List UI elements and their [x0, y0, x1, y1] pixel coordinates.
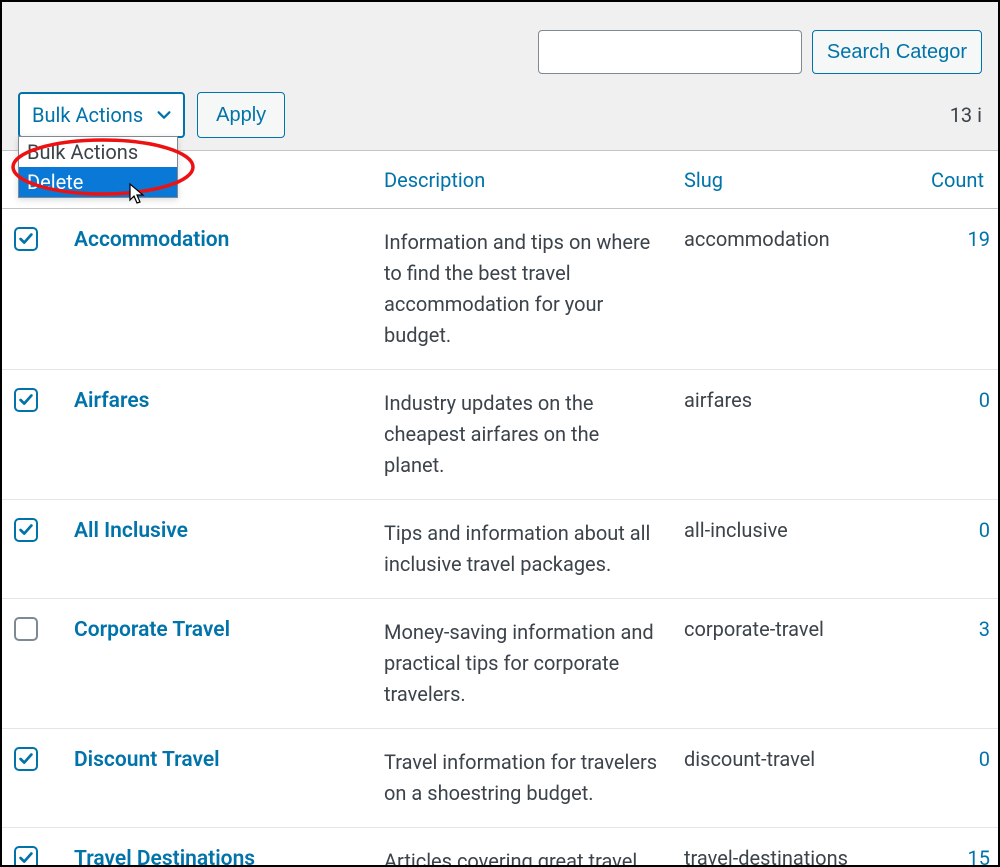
row-count-cell: 0 — [912, 500, 1000, 599]
row-name-cell: Corporate Travel — [62, 599, 372, 729]
category-name-link[interactable]: Travel Destinations — [74, 847, 255, 867]
search-bar-row: Search Categor — [2, 2, 998, 88]
row-slug: accommodation — [672, 209, 912, 370]
chevron-down-icon — [155, 106, 173, 124]
bulk-option-bulk-actions[interactable]: Bulk Actions — [19, 137, 177, 167]
table-row: Discount Travel Travel information for tr… — [2, 729, 1000, 828]
row-count-cell: 3 — [912, 599, 1000, 729]
category-name-link[interactable]: Discount Travel — [74, 748, 220, 772]
table-row: All Inclusive Tips and information about … — [2, 500, 1000, 599]
row-count-link[interactable]: 0 — [979, 388, 990, 412]
row-checkbox-cell — [2, 828, 62, 867]
row-count-link[interactable]: 0 — [979, 747, 990, 771]
row-slug: travel-destinations — [672, 828, 912, 867]
category-name-link[interactable]: Airfares — [74, 389, 149, 413]
row-count-cell: 15 — [912, 828, 1000, 867]
row-slug: airfares — [672, 370, 912, 500]
row-name-cell: Discount Travel — [62, 729, 372, 828]
row-checkbox[interactable] — [14, 227, 38, 251]
row-description: Money-saving information and practical t… — [372, 599, 672, 729]
row-description: Tips and information about all inclusive… — [372, 500, 672, 599]
row-count-link[interactable]: 3 — [979, 617, 990, 641]
row-name-cell: Airfares — [62, 370, 372, 500]
column-count[interactable]: Count — [912, 151, 1000, 209]
search-categories-button[interactable]: Search Categor — [812, 30, 982, 74]
items-count-label: 13 i — [950, 103, 982, 127]
row-count-link[interactable]: 19 — [968, 227, 990, 251]
category-name-link[interactable]: All Inclusive — [74, 519, 188, 543]
row-description: Travel information for travelers on a sh… — [372, 729, 672, 828]
row-checkbox[interactable] — [14, 747, 38, 771]
row-count-link[interactable]: 0 — [979, 518, 990, 542]
bulk-actions-select[interactable]: Bulk Actions — [18, 92, 185, 138]
row-description: Industry updates on the cheapest airfare… — [372, 370, 672, 500]
row-checkbox-cell — [2, 209, 62, 370]
row-count-cell: 19 — [912, 209, 1000, 370]
row-slug: corporate-travel — [672, 599, 912, 729]
category-name-link[interactable]: Accommodation — [74, 228, 229, 252]
row-checkbox[interactable] — [14, 388, 38, 412]
table-row: Corporate Travel Money-saving information… — [2, 599, 1000, 729]
bulk-actions-label: Bulk Actions — [32, 103, 143, 127]
bulk-actions-row: Bulk Actions Bulk Actions Delete Apply 1… — [2, 88, 998, 150]
row-description: Articles covering great travel destinati… — [372, 828, 672, 867]
row-count-cell: 0 — [912, 729, 1000, 828]
row-checkbox-cell — [2, 729, 62, 828]
row-checkbox[interactable] — [14, 518, 38, 542]
row-name-cell: Accommodation — [62, 209, 372, 370]
apply-button[interactable]: Apply — [197, 92, 285, 138]
column-description[interactable]: Description — [372, 151, 672, 209]
row-checkbox-cell — [2, 599, 62, 729]
row-name-cell: Travel Destinations — [62, 828, 372, 867]
search-input[interactable] — [538, 30, 802, 74]
row-checkbox-cell — [2, 500, 62, 599]
row-count-cell: 0 — [912, 370, 1000, 500]
bulk-option-delete[interactable]: Delete — [19, 167, 177, 197]
categories-table: Name Description Slug Count Accommodatio… — [2, 150, 1000, 867]
row-slug: all-inclusive — [672, 500, 912, 599]
table-row: Travel Destinations Articles covering gre… — [2, 828, 1000, 867]
category-name-link[interactable]: Corporate Travel — [74, 618, 230, 642]
table-row: Airfares Industry updates on the cheapest… — [2, 370, 1000, 500]
table-row: Accommodation Information and tips on whe… — [2, 209, 1000, 370]
row-count-link[interactable]: 15 — [968, 846, 990, 867]
column-slug[interactable]: Slug — [672, 151, 912, 209]
row-description: Information and tips on where to find th… — [372, 209, 672, 370]
row-slug: discount-travel — [672, 729, 912, 828]
bulk-actions-dropdown: Bulk Actions Delete — [18, 136, 178, 198]
row-checkbox[interactable] — [14, 617, 38, 641]
app-frame: Search Categor Bulk Actions Bulk Actions… — [0, 0, 1000, 867]
row-name-cell: All Inclusive — [62, 500, 372, 599]
row-checkbox-cell — [2, 370, 62, 500]
row-checkbox[interactable] — [14, 846, 38, 867]
